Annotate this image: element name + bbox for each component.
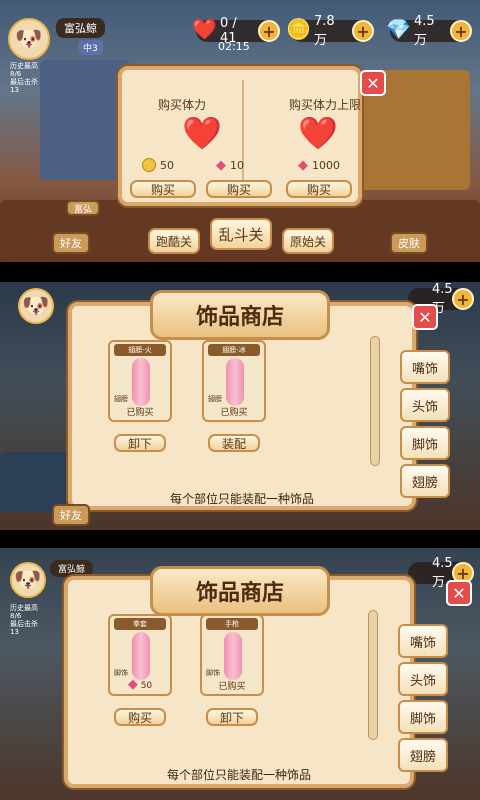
equip-hint: 每个部位只能装配一种饰品 <box>166 768 311 782</box>
brawl-mode-button[interactable]: 乱斗关 <box>210 218 272 250</box>
item-status: 已购买 <box>126 408 154 418</box>
item-name: 翅膀-火 <box>114 344 166 356</box>
screen-accessory-shop-wings: 🐶 4.5万 + 翅膀-火 翅膀 已购买 卸下 翅膀-冰 翅膀 已购买 装配 每… <box>0 282 480 530</box>
buy-max-stamina-title: 购买体力上限 <box>288 98 361 112</box>
stat-label: 最后击杀 <box>10 78 38 86</box>
max-stamina-price-value: 1000 <box>312 159 340 172</box>
stamina-timer: 02:15 <box>218 40 250 53</box>
screen-accessory-shop-foot: 🐶 富弘鲸 历史最高 8/6 最后击杀 13 4.5万 + 拳套 脚饰 ◆ 50… <box>0 548 480 800</box>
gem-icon: ◆ <box>127 677 138 692</box>
heart-icon: ❤️ <box>192 17 217 41</box>
divider <box>242 80 244 192</box>
tab-mouth[interactable]: 嘴饰 <box>398 624 448 658</box>
unequip-button[interactable]: 卸下 <box>114 434 166 452</box>
stat-label: 历史最高 <box>10 604 38 612</box>
player-name: 富弘鲸 <box>50 560 94 577</box>
stat-value: 13 <box>10 628 19 636</box>
max-stamina-price: ◆ 1000 <box>298 158 340 173</box>
add-coin-button[interactable]: + <box>352 20 374 42</box>
player-avatar[interactable]: 🐶 <box>8 18 50 60</box>
gem-value: 4.5万 <box>414 14 435 48</box>
item-price: ◆ 50 <box>110 677 170 692</box>
item-slot: 翅膀 <box>114 395 128 403</box>
close-icon[interactable]: ✕ <box>360 70 386 96</box>
add-gem-button[interactable]: + <box>450 20 472 42</box>
stat-label: 最后击杀 <box>10 620 38 628</box>
scrollbar[interactable] <box>368 610 378 740</box>
accessory-card[interactable]: 拳套 脚饰 ◆ 50 <box>108 614 172 696</box>
tab-wings[interactable]: 翅膀 <box>398 738 448 772</box>
worm-fire-wings-icon <box>132 358 150 406</box>
friends-button[interactable]: 好友 <box>52 232 90 254</box>
stamina-counter: ❤️ 0 / 41 + <box>192 16 280 46</box>
gem-counter: 💎 4.5万 + <box>386 14 472 48</box>
tab-wings[interactable]: 翅膀 <box>400 464 450 498</box>
heart-plus-icon: ❤️ <box>182 114 222 152</box>
heart-up-icon: ❤️ <box>298 114 338 152</box>
worm-gloves-icon <box>132 632 150 680</box>
accessory-card[interactable]: 手枪 脚饰 已购买 <box>200 614 264 696</box>
worm-pistol-icon <box>224 632 242 680</box>
player-avatar[interactable]: 🐶 <box>18 288 54 324</box>
buy-button[interactable]: 购买 <box>114 708 166 726</box>
player-stats: 历史最高 8/6 最后击杀 13 <box>10 604 38 636</box>
gem-price: ◆ 10 <box>216 158 244 173</box>
gem-icon: 💎 <box>386 17 411 41</box>
stat-label: 历史最高 <box>10 62 38 70</box>
tab-mouth[interactable]: 嘴饰 <box>400 350 450 384</box>
unequip-button[interactable]: 卸下 <box>206 708 258 726</box>
buy-stamina-dialog: 购买体力 ❤️ 50 ◆ 10 购买 购买 购买体力上限 ❤️ ◆ 1000 购买 <box>118 66 362 206</box>
tab-foot[interactable]: 脚饰 <box>398 700 448 734</box>
item-slot: 脚饰 <box>206 669 220 677</box>
gem-icon: ◆ <box>216 158 226 173</box>
item-status: 已购买 <box>218 682 246 692</box>
coin-price: 50 <box>142 158 174 172</box>
shop-title: 饰品商店 <box>150 290 330 340</box>
player-level: 中3 <box>78 40 103 55</box>
stat-value: 13 <box>10 86 19 94</box>
buy-max-stamina-button[interactable]: 购买 <box>286 180 352 198</box>
add-stamina-button[interactable]: + <box>258 20 280 42</box>
side-label: 富弘 <box>66 200 101 216</box>
skin-button[interactable]: 皮肤 <box>390 232 428 254</box>
tab-foot[interactable]: 脚饰 <box>400 426 450 460</box>
player-stats: 历史最高 8/6 最后击杀 13 <box>10 62 38 94</box>
player-avatar[interactable]: 🐶 <box>10 562 46 598</box>
equip-hint: 每个部位只能装配一种饰品 <box>169 492 314 506</box>
accessory-card[interactable]: 翅膀-冰 翅膀 已购买 <box>202 340 266 422</box>
tab-head[interactable]: 头饰 <box>400 388 450 422</box>
gem-price-value: 10 <box>230 159 244 172</box>
item-price-value: 50 <box>140 681 153 691</box>
item-name: 翅膀-冰 <box>208 344 260 356</box>
accessory-card[interactable]: 翅膀-火 翅膀 已购买 <box>108 340 172 422</box>
close-icon[interactable]: ✕ <box>412 304 438 330</box>
buy-with-coin-button[interactable]: 购买 <box>130 180 196 198</box>
coin-value: 7.8万 <box>314 14 335 48</box>
player-name: 富弘鲸 <box>56 18 105 38</box>
close-icon[interactable]: ✕ <box>446 580 472 606</box>
buy-stamina-title: 购买体力 <box>157 98 206 112</box>
shop-title: 饰品商店 <box>150 566 330 616</box>
item-name: 拳套 <box>114 618 166 630</box>
scrollbar[interactable] <box>370 336 380 466</box>
equip-button[interactable]: 装配 <box>208 434 260 452</box>
coin-icon: 🪙 <box>286 17 311 41</box>
gem-icon: ◆ <box>298 158 308 173</box>
classic-mode-button[interactable]: 原始关 <box>282 228 334 254</box>
stat-value: 8/6 <box>10 70 22 78</box>
screen-stamina-shop: 🐶 富弘鲸 中3 历史最高 8/6 最后击杀 13 ❤️ 0 / 41 + 02… <box>0 0 480 262</box>
coin-counter: 🪙 7.8万 + <box>286 14 374 48</box>
buy-with-gem-button[interactable]: 购买 <box>206 180 272 198</box>
item-status: 已购买 <box>220 408 248 418</box>
worm-ice-wings-icon <box>226 358 244 406</box>
coin-price-value: 50 <box>160 158 174 172</box>
friends-button[interactable]: 好友 <box>52 504 90 526</box>
item-name: 手枪 <box>206 618 258 630</box>
parkour-mode-button[interactable]: 跑酷关 <box>148 228 200 254</box>
item-slot: 翅膀 <box>208 395 222 403</box>
tab-head[interactable]: 头饰 <box>398 662 448 696</box>
stat-value: 8/6 <box>10 612 22 620</box>
add-gem-button[interactable]: + <box>452 288 474 310</box>
coin-icon <box>142 158 156 172</box>
